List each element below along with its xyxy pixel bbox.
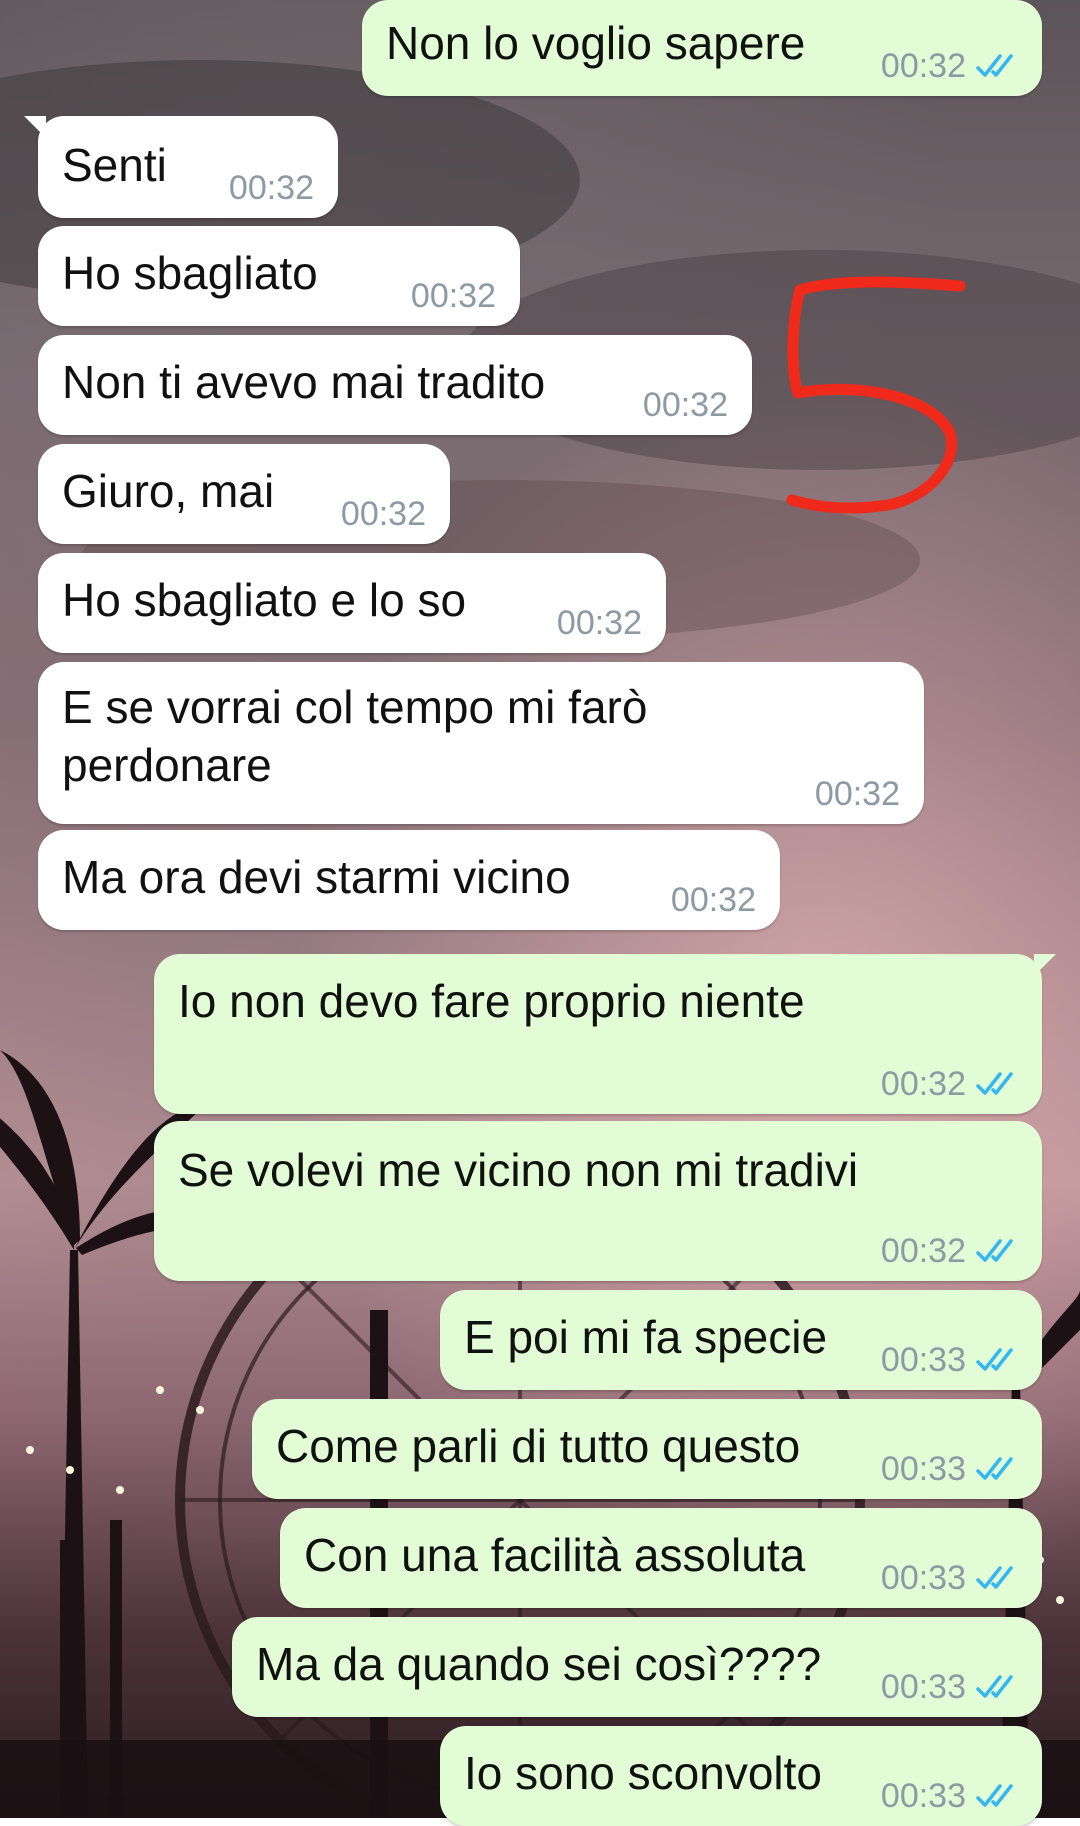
message-text: E se vorrai col tempo mi farò perdonare (62, 681, 648, 791)
double-check-icon (976, 1348, 1013, 1371)
message-outgoing[interactable]: Come parli di tutto questo 00:33 (252, 1399, 1042, 1499)
message-meta: 00:33 (881, 1340, 1018, 1380)
message-text: E poi mi fa specie (464, 1311, 828, 1363)
message-text: Se volevi me vicino non mi tradivi (178, 1144, 859, 1196)
message-text: Giuro, mai (62, 465, 275, 517)
message-text: Io non devo fare proprio niente (178, 975, 805, 1027)
message-time: 00:32 (880, 1232, 966, 1270)
message-meta: 00:32 (881, 46, 1018, 86)
message-incoming[interactable]: Ma ora devi starmi vicino 00:32 (38, 830, 780, 930)
message-meta: 00:32 (881, 1064, 1018, 1104)
message-time: 00:33 (880, 1559, 966, 1597)
message-text: Non ti avevo mai tradito (62, 356, 546, 408)
message-outgoing[interactable]: Con una facilità assoluta 00:33 (280, 1508, 1042, 1608)
message-time: 00:32 (410, 277, 496, 315)
message-outgoing[interactable]: Ma da quando sei così???? 00:33 (232, 1617, 1042, 1717)
message-time: 00:33 (880, 1341, 966, 1379)
message-meta: 00:33 (881, 1776, 1018, 1816)
message-incoming[interactable]: Senti 00:32 (24, 116, 338, 218)
message-meta: 00:33 (881, 1449, 1018, 1489)
message-text: Senti (62, 139, 167, 191)
message-text: Ma ora devi starmi vicino (62, 851, 571, 903)
message-text: Come parli di tutto questo (276, 1420, 801, 1472)
double-check-icon (976, 1675, 1013, 1698)
message-outgoing[interactable]: E poi mi fa specie 00:33 (440, 1290, 1042, 1390)
double-check-icon (976, 54, 1013, 77)
message-incoming[interactable]: Ho sbagliato 00:32 (38, 226, 520, 326)
message-text: Con una facilità assoluta (304, 1529, 806, 1581)
message-meta: 00:33 (881, 1667, 1018, 1707)
message-text: Ma da quando sei così???? (256, 1638, 822, 1690)
message-time: 00:32 (228, 169, 314, 207)
double-check-icon (976, 1072, 1013, 1095)
message-time: 00:32 (880, 1065, 966, 1103)
message-meta: 00:32 (881, 1231, 1018, 1271)
message-time: 00:32 (642, 386, 728, 424)
message-incoming[interactable]: Giuro, mai 00:32 (38, 444, 450, 544)
message-outgoing[interactable]: Se volevi me vicino non mi tradivi 00:32 (154, 1121, 1042, 1281)
message-incoming[interactable]: Ho sbagliato e lo so 00:32 (38, 553, 666, 653)
message-time: 00:33 (880, 1450, 966, 1488)
double-check-icon (976, 1457, 1013, 1480)
message-time: 00:32 (814, 775, 900, 813)
message-text: Ho sbagliato (62, 247, 318, 299)
message-time: 00:32 (340, 495, 426, 533)
message-outgoing[interactable]: Non lo voglio sapere 00:32 (362, 0, 1042, 96)
bubble-tail (24, 116, 46, 138)
message-time: 00:32 (880, 47, 966, 85)
message-meta: 00:33 (881, 1558, 1018, 1598)
message-time: 00:33 (880, 1777, 966, 1815)
double-check-icon (976, 1784, 1013, 1807)
message-time: 00:32 (556, 604, 642, 642)
message-outgoing[interactable]: Io non devo fare proprio niente 00:32 (154, 954, 1056, 1114)
message-time: 00:32 (670, 881, 756, 919)
message-time: 00:33 (880, 1668, 966, 1706)
handwritten-number-annotation (786, 276, 966, 514)
message-incoming[interactable]: E se vorrai col tempo mi farò perdonare … (38, 662, 924, 824)
message-outgoing[interactable]: Io sono sconvolto 00:33 (440, 1726, 1042, 1826)
message-text: Non lo voglio sapere (386, 17, 806, 69)
message-text: Io sono sconvolto (464, 1747, 823, 1799)
double-check-icon (976, 1239, 1013, 1262)
message-text: Ho sbagliato e lo so (62, 574, 467, 626)
message-incoming[interactable]: Non ti avevo mai tradito 00:32 (38, 335, 752, 435)
bubble-tail (1034, 954, 1056, 976)
double-check-icon (976, 1566, 1013, 1589)
